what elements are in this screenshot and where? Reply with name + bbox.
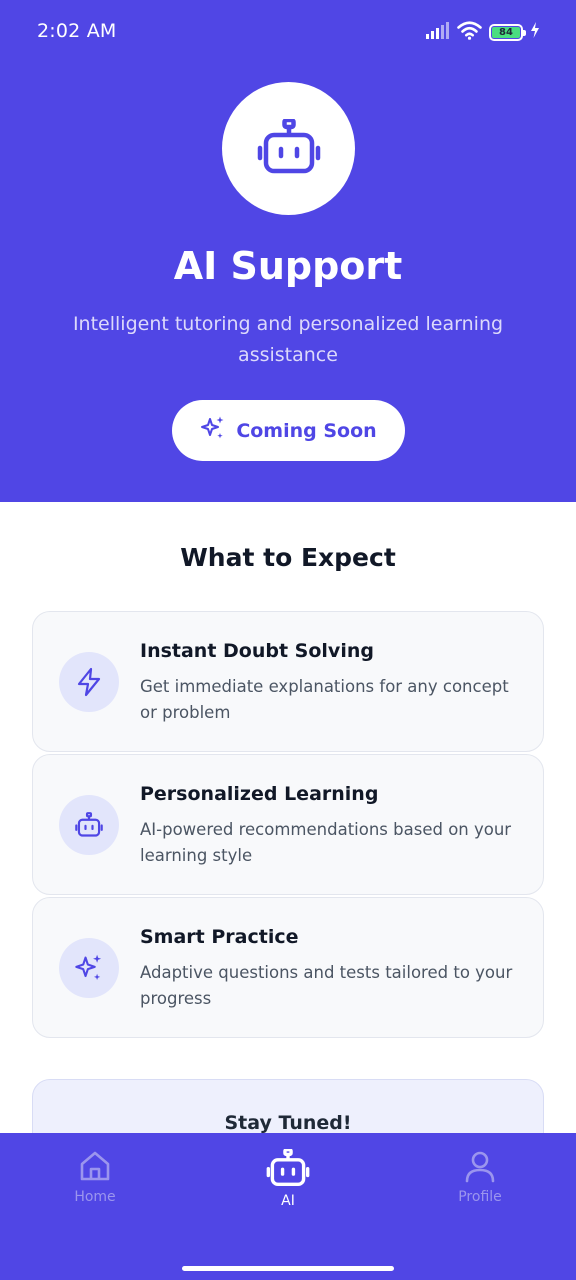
charging-icon <box>530 22 540 42</box>
feature-card-smart-practice: Smart Practice Adaptive questions and te… <box>32 897 544 1038</box>
feature-card-instant-doubt-solving: Instant Doubt Solving Get immediate expl… <box>32 611 544 752</box>
status-bar: 2:02 AM 84 <box>0 0 576 62</box>
coming-soon-label: Coming Soon <box>236 419 377 442</box>
home-indicator[interactable] <box>182 1266 394 1271</box>
battery-icon: 84 <box>489 23 526 41</box>
status-icons: 84 <box>426 20 540 44</box>
nav-item-profile[interactable]: Profile <box>425 1149 535 1205</box>
bottom-nav: Home AI Profile <box>0 1133 576 1280</box>
home-icon <box>78 1149 112 1187</box>
signal-icon <box>426 21 450 43</box>
feature-description: Get immediate explanations for any conce… <box>140 677 509 722</box>
feature-description: AI-powered recommendations based on your… <box>140 820 512 865</box>
feature-card-personalized-learning: Personalized Learning AI-powered recomme… <box>32 754 544 895</box>
hero-section: 2:02 AM 84 AI Support Intelligent tutori… <box>0 0 576 502</box>
robot-icon <box>257 117 321 179</box>
status-time: 2:02 AM <box>37 20 117 42</box>
page-subtitle: Intelligent tutoring and personalized le… <box>72 313 504 366</box>
sparkles-icon <box>200 415 226 446</box>
feature-title: Instant Doubt Solving <box>140 640 374 662</box>
user-icon <box>463 1149 497 1187</box>
sparkles-icon <box>59 938 119 998</box>
robot-icon <box>59 795 119 855</box>
battery-level: 84 <box>499 26 513 38</box>
nav-item-home[interactable]: Home <box>40 1149 150 1205</box>
page-title: AI Support <box>173 244 403 288</box>
stay-tuned-title: Stay Tuned! <box>224 1112 352 1134</box>
feature-description: Adaptive questions and tests tailored to… <box>140 963 513 1008</box>
section-title: What to Expect <box>180 543 396 572</box>
wifi-icon <box>457 20 482 44</box>
nav-label-profile: Profile <box>458 1189 502 1205</box>
nav-label-home: Home <box>74 1189 116 1205</box>
coming-soon-button[interactable]: Coming Soon <box>172 400 405 461</box>
feature-title: Smart Practice <box>140 926 299 948</box>
feature-title: Personalized Learning <box>140 783 379 805</box>
hero-robot-badge <box>222 82 355 215</box>
nav-label-ai: AI <box>281 1193 295 1209</box>
robot-icon <box>266 1147 310 1191</box>
nav-item-ai[interactable]: AI <box>233 1147 343 1209</box>
lightning-icon <box>59 652 119 712</box>
